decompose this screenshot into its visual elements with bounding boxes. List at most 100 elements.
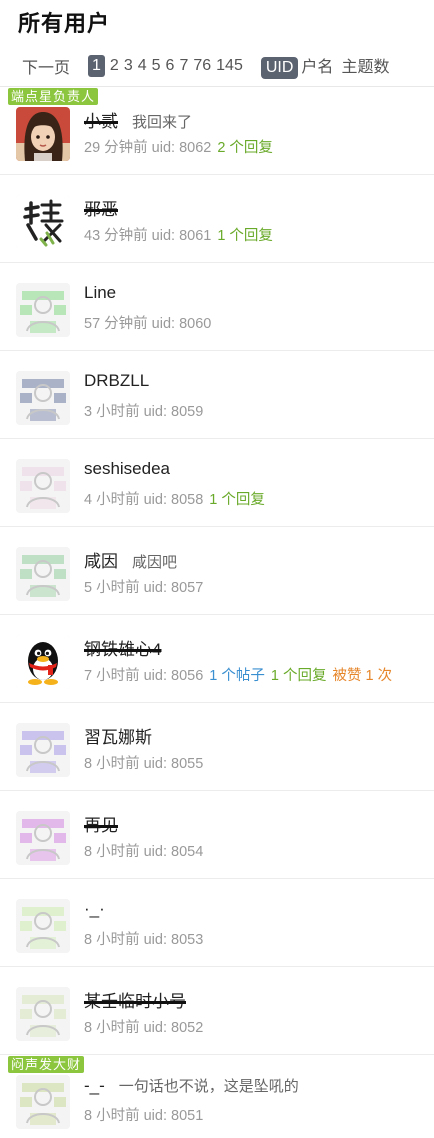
page-link-6[interactable]: 6 [166, 57, 175, 74]
username-link[interactable]: 钢铁雄心4 [84, 640, 161, 659]
user-name-line: ·_· [84, 899, 434, 921]
user-avatar[interactable] [16, 195, 70, 249]
user-meta-line: 29 分钟前 uid: 8062 2 个回复 [84, 136, 434, 156]
reply-count-link[interactable]: 1 个回复 [217, 228, 273, 244]
username-link[interactable]: 小贰 [84, 112, 118, 131]
join-time: 57 分钟前 [84, 316, 148, 332]
username-link[interactable]: DRBZLL [84, 371, 149, 390]
page-link-3[interactable]: 3 [124, 57, 133, 74]
user-list: 端点星负责人 小贰 我回来了 29 分钟前 uid: 8062 2 个回复 邪恶 43 分钟前… [0, 86, 434, 1138]
user-avatar[interactable] [16, 811, 70, 865]
next-page-link[interactable]: 下一页 [22, 54, 70, 78]
penguin-avatar-icon [16, 635, 70, 689]
user-row: 闷声发大财 -_- 一句话也不说，这是坠吼的 8 小时前 uid: 8051 [0, 1054, 434, 1138]
page-link-4[interactable]: 4 [138, 57, 147, 74]
user-row: 邪恶 43 分钟前 uid: 8061 1 个回复 [0, 174, 434, 262]
page-link-2[interactable]: 2 [110, 57, 119, 74]
join-time: 8 小时前 [84, 932, 140, 948]
user-avatar[interactable] [16, 987, 70, 1041]
user-avatar[interactable] [16, 635, 70, 689]
page-link-7[interactable]: 7 [179, 57, 188, 74]
user-avatar[interactable] [16, 459, 70, 513]
page-link-145[interactable]: 145 [216, 57, 243, 74]
sort-option-1[interactable]: 户名 [301, 59, 333, 76]
user-name-line: 某壬临时小号 [84, 987, 434, 1011]
reply-count-link[interactable]: 2 个回复 [217, 140, 273, 156]
user-meta-line: 3 小时前 uid: 8059 [84, 400, 434, 420]
user-avatar[interactable] [16, 283, 70, 337]
user-avatar[interactable] [16, 1075, 70, 1129]
user-id: uid: 8052 [143, 1020, 204, 1036]
username-link[interactable]: 某壬临时小号 [84, 992, 186, 1011]
join-time: 3 小时前 [84, 404, 140, 420]
username-link[interactable]: Line [84, 283, 116, 302]
like-count: 被赞 1 次 [332, 668, 393, 684]
user-row: Line 57 分钟前 uid: 8060 [0, 262, 434, 350]
user-id: uid: 8061 [151, 228, 212, 244]
user-meta-line: 8 小时前 uid: 8055 [84, 752, 434, 772]
user-id: uid: 8054 [143, 844, 204, 860]
default-avatar-icon [16, 459, 70, 513]
username-link[interactable]: seshisedea [84, 459, 170, 478]
user-row: 钢铁雄心4 7 小时前 uid: 8056 1 个帖子 1 个回复 被赞 1 次 [0, 614, 434, 702]
join-time: 5 小时前 [84, 580, 140, 596]
join-time: 8 小时前 [84, 756, 140, 772]
user-meta-line: 4 小时前 uid: 8058 1 个回复 [84, 488, 434, 508]
user-name-line: DRBZLL [84, 371, 434, 393]
join-time: 7 小时前 [84, 668, 140, 684]
sort-option-0[interactable]: UID [260, 57, 299, 79]
user-signature: 一句话也不说，这是坠吼的 [118, 1078, 299, 1095]
default-avatar-icon [16, 811, 70, 865]
username-link[interactable]: ·_· [84, 899, 105, 918]
username-link[interactable]: 咸因 [84, 552, 118, 571]
user-name-line: 小贰 我回来了 [84, 107, 434, 131]
user-avatar[interactable] [16, 899, 70, 953]
user-id: uid: 8053 [143, 932, 204, 948]
user-id: uid: 8051 [143, 1108, 204, 1124]
join-time: 8 小时前 [84, 1108, 140, 1124]
user-meta-line: 57 分钟前 uid: 8060 [84, 312, 434, 332]
join-time: 8 小时前 [84, 844, 140, 860]
sort-options: UID 户名 主题数 [260, 53, 398, 79]
default-avatar-icon [16, 547, 70, 601]
user-id: uid: 8058 [143, 492, 204, 508]
join-time: 29 分钟前 [84, 140, 148, 156]
join-time: 4 小时前 [84, 492, 140, 508]
user-avatar[interactable] [16, 371, 70, 425]
reply-count-link[interactable]: 1 个回复 [271, 668, 327, 684]
user-name-line: -_- 一句话也不说，这是坠吼的 [84, 1075, 434, 1097]
username-link[interactable]: -_- [84, 1076, 105, 1095]
join-time: 8 小时前 [84, 1020, 140, 1036]
user-id: uid: 8057 [143, 580, 204, 596]
username-link[interactable]: 邪恶 [84, 200, 118, 219]
user-name-line: 咸因 咸因吧 [84, 547, 434, 571]
user-row: DRBZLL 3 小时前 uid: 8059 [0, 350, 434, 438]
user-title-badge: 端点星负责人 [8, 88, 99, 105]
page-link-5[interactable]: 5 [152, 57, 161, 74]
sort-option-2[interactable]: 主题数 [341, 59, 389, 76]
page-link-1[interactable]: 1 [88, 55, 105, 77]
user-avatar[interactable] [16, 107, 70, 161]
default-avatar-icon [16, 283, 70, 337]
user-meta-line: 8 小时前 uid: 8054 [84, 840, 434, 860]
user-id: uid: 8059 [143, 404, 204, 420]
username-link[interactable]: 再见 [84, 816, 118, 835]
reply-count-link[interactable]: 1 个回复 [209, 492, 265, 508]
user-id: uid: 8055 [143, 756, 204, 772]
user-id: uid: 8056 [143, 668, 204, 684]
user-signature: 咸因吧 [132, 554, 178, 571]
user-meta-line: 5 小时前 uid: 8057 [84, 576, 434, 596]
username-link[interactable]: 習瓦娜斯 [84, 728, 152, 747]
user-avatar[interactable] [16, 547, 70, 601]
user-id: uid: 8060 [151, 316, 212, 332]
user-meta-line: 8 小时前 uid: 8052 [84, 1016, 434, 1036]
user-name-line: seshisedea [84, 459, 434, 481]
user-avatar[interactable] [16, 723, 70, 777]
page-numbers: 1 2 3 4 5 6 7 76 145 [88, 55, 248, 77]
user-meta-line: 8 小时前 uid: 8053 [84, 928, 434, 948]
page-title: 所有用户 [18, 11, 111, 36]
user-title-badge: 闷声发大财 [8, 1056, 85, 1073]
user-meta-line: 7 小时前 uid: 8056 1 个帖子 1 个回复 被赞 1 次 [84, 664, 434, 684]
post-count-link[interactable]: 1 个帖子 [209, 668, 265, 684]
page-link-76[interactable]: 76 [193, 57, 211, 74]
